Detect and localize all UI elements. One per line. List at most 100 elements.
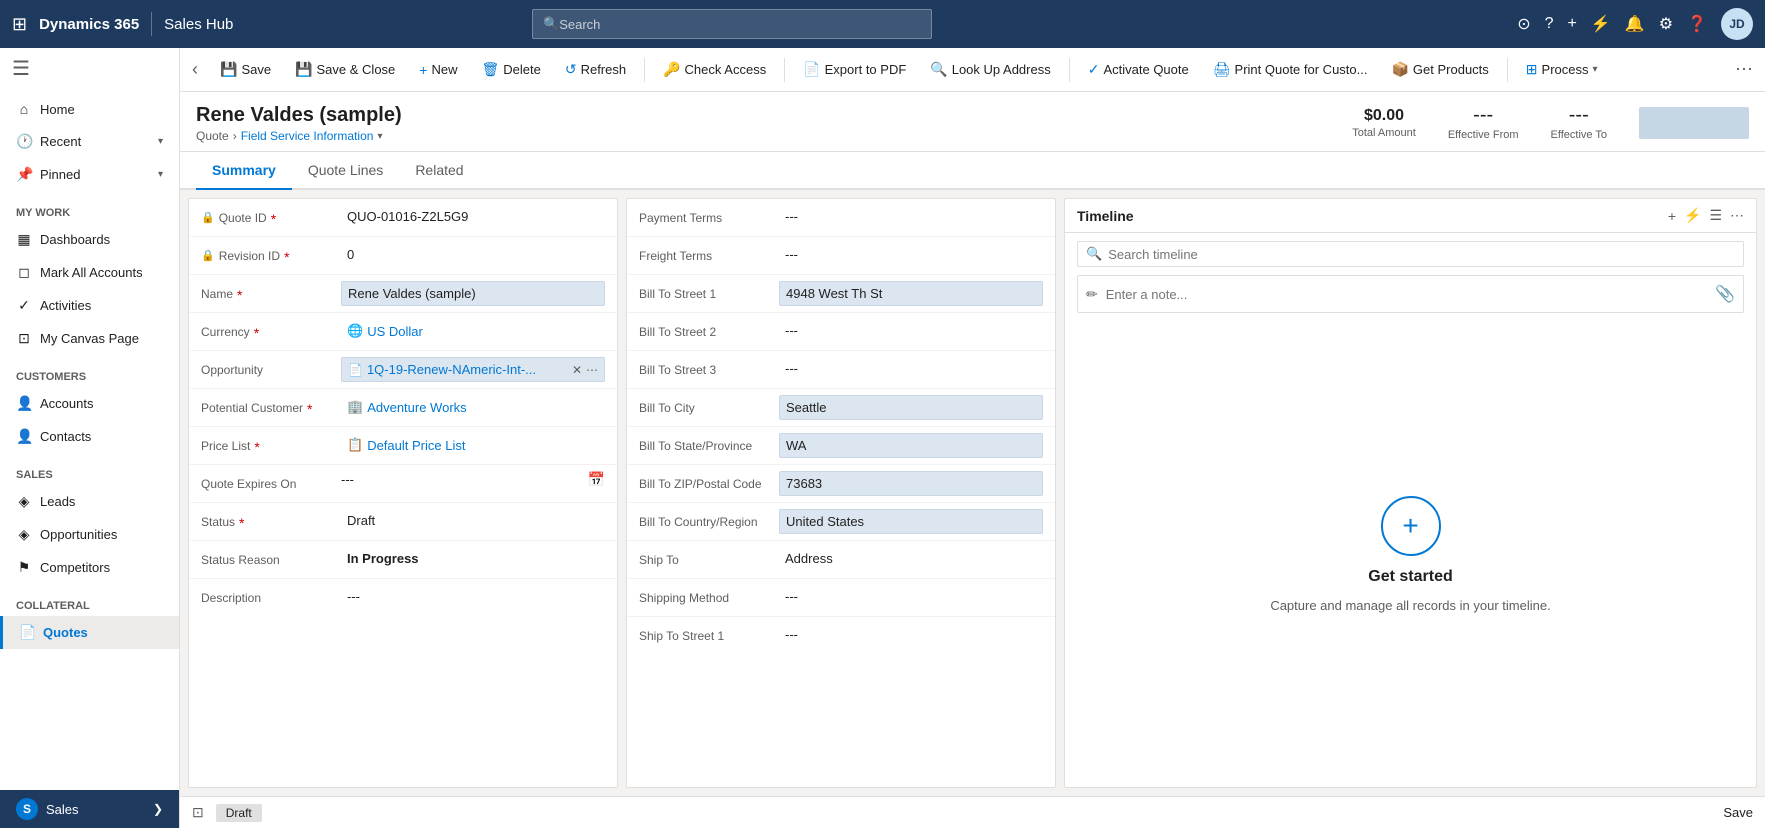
tab-quote-lines[interactable]: Quote Lines bbox=[292, 152, 400, 190]
home-icon: ⌂ bbox=[16, 101, 32, 117]
toolbar: ‹ 💾 Save 💾 Save & Close + New 🗑 Delete ↺… bbox=[180, 48, 1765, 92]
field-value-description[interactable]: --- bbox=[341, 585, 605, 608]
timeline-more-icon[interactable]: ⋯ bbox=[1730, 207, 1744, 224]
filter-icon[interactable]: ⚡ bbox=[1591, 14, 1611, 34]
todo-icon[interactable]: ⊙ bbox=[1517, 14, 1530, 34]
field-row-price-list: Price List * 📋 Default Price List bbox=[189, 427, 617, 465]
sidebar-item-contacts[interactable]: 👤 Contacts bbox=[0, 420, 179, 453]
calendar-icon[interactable]: 📅 bbox=[588, 471, 605, 488]
effective-to-label: Effective To bbox=[1551, 129, 1607, 141]
opportunity-field[interactable]: 📄 1Q-19-Renew-NAmeric-Int-... ✕ ⋯ bbox=[341, 357, 605, 382]
add-icon[interactable]: + bbox=[1568, 15, 1577, 33]
sidebar-item-dashboards[interactable]: ▦ Dashboards bbox=[0, 223, 179, 256]
new-button[interactable]: + New bbox=[409, 56, 467, 84]
timeline-empty-subtitle: Capture and manage all records in your t… bbox=[1270, 598, 1550, 613]
timeline-add-icon[interactable]: + bbox=[1668, 208, 1676, 224]
opportunities-icon: ◈ bbox=[16, 526, 32, 543]
toolbar-more-button[interactable]: ⋯ bbox=[1735, 59, 1753, 80]
pencil-icon: ✏ bbox=[1086, 286, 1098, 303]
sidebar-item-pinned[interactable]: 📌 Pinned ▾ bbox=[0, 158, 179, 191]
timeline-add-circle[interactable]: + bbox=[1381, 496, 1441, 556]
total-amount-stat: $0.00 Total Amount bbox=[1352, 107, 1416, 139]
breadcrumb-field-service[interactable]: Field Service Information bbox=[241, 129, 374, 143]
field-row-bill-to-street-1: Bill To Street 1 4948 West Th St bbox=[627, 275, 1055, 313]
field-value-bill-to-zip[interactable]: 73683 bbox=[779, 471, 1043, 496]
new-label: New bbox=[431, 62, 457, 77]
sidebar-item-competitors[interactable]: ⚑ Competitors bbox=[0, 551, 179, 584]
notifications-icon[interactable]: 🔔 bbox=[1625, 14, 1645, 34]
sales-avatar: S bbox=[16, 798, 38, 820]
field-value-bill-to-country[interactable]: United States bbox=[779, 509, 1043, 534]
expand-icon[interactable]: ⊡ bbox=[192, 804, 204, 821]
save-close-icon: 💾 bbox=[295, 61, 312, 78]
activate-quote-button[interactable]: ✓ Activate Quote bbox=[1078, 55, 1199, 84]
sidebar-item-mark-all-accounts[interactable]: ◻ Mark All Accounts bbox=[0, 256, 179, 289]
get-products-button[interactable]: 📦 Get Products bbox=[1381, 55, 1498, 84]
chevron-right-icon: ❯ bbox=[153, 802, 163, 816]
help-icon[interactable]: ? bbox=[1545, 15, 1554, 33]
field-value-bill-to-street-1[interactable]: 4948 West Th St bbox=[779, 281, 1043, 306]
sidebar-item-opportunities[interactable]: ◈ Opportunities bbox=[0, 518, 179, 551]
sidebar-item-home[interactable]: ⌂ Home bbox=[0, 93, 179, 125]
opportunity-doc-icon: 📄 bbox=[348, 363, 363, 377]
sidebar-bottom-sales[interactable]: S Sales ❯ bbox=[0, 790, 179, 828]
statusbar-save-button[interactable]: Save bbox=[1723, 805, 1753, 820]
timeline-section: Timeline + ⚡ ☰ ⋯ 🔍 ✏ 📎 + Get bbox=[1064, 198, 1757, 788]
question-icon[interactable]: ❓ bbox=[1687, 14, 1707, 34]
competitors-icon: ⚑ bbox=[16, 559, 32, 576]
sidebar-item-activities[interactable]: ✓ Activities bbox=[0, 289, 179, 322]
attachment-icon[interactable]: 📎 bbox=[1715, 284, 1735, 304]
timeline-list-icon[interactable]: ☰ bbox=[1709, 207, 1722, 224]
field-row-ship-to: Ship To Address bbox=[627, 541, 1055, 579]
field-value-potential-customer[interactable]: 🏢 Adventure Works bbox=[341, 395, 605, 419]
timeline-search-input[interactable] bbox=[1108, 247, 1735, 262]
field-value-name[interactable]: Rene Valdes (sample) bbox=[341, 281, 605, 306]
sidebar-item-label: Recent bbox=[40, 134, 81, 149]
sidebar-item-quotes[interactable]: 📄 Quotes bbox=[0, 616, 179, 649]
field-value-currency[interactable]: 🌐 US Dollar bbox=[341, 319, 605, 343]
field-value-bill-to-state[interactable]: WA bbox=[779, 433, 1043, 458]
save-close-label: Save & Close bbox=[317, 62, 396, 77]
sidebar-item-leads[interactable]: ◈ Leads bbox=[0, 485, 179, 518]
back-button[interactable]: ‹ bbox=[192, 59, 198, 80]
field-row-status: Status * Draft bbox=[189, 503, 617, 541]
settings-icon[interactable]: ⚙ bbox=[1659, 14, 1673, 34]
timeline-note-input[interactable] bbox=[1106, 287, 1707, 302]
timeline-empty-title: Get started bbox=[1368, 568, 1452, 586]
sidebar-item-accounts[interactable]: 👤 Accounts bbox=[0, 387, 179, 420]
timeline-filter-icon[interactable]: ⚡ bbox=[1684, 207, 1701, 224]
recent-icon: 🕐 bbox=[16, 133, 32, 150]
breadcrumb-quote: Quote bbox=[196, 129, 229, 143]
save-close-button[interactable]: 💾 Save & Close bbox=[285, 55, 405, 84]
export-pdf-icon: 📄 bbox=[803, 61, 820, 78]
save-button[interactable]: 💾 Save bbox=[210, 55, 281, 84]
refresh-button[interactable]: ↺ Refresh bbox=[555, 55, 636, 84]
user-avatar[interactable]: JD bbox=[1721, 8, 1753, 40]
export-pdf-button[interactable]: 📄 Export to PDF bbox=[793, 55, 916, 84]
waffle-menu[interactable]: ⊞ bbox=[12, 14, 27, 35]
delete-button[interactable]: 🗑 Delete bbox=[471, 55, 550, 84]
sidebar-item-label: Contacts bbox=[40, 429, 91, 444]
field-value-price-list[interactable]: 📋 Default Price List bbox=[341, 433, 605, 457]
search-input[interactable] bbox=[559, 17, 921, 32]
lookup-address-icon: 🔍 bbox=[930, 61, 947, 78]
timeline-title: Timeline bbox=[1077, 208, 1660, 224]
sidebar-section-mywork: My Work ▦ Dashboards ◻ Mark All Accounts… bbox=[0, 195, 179, 359]
required-indicator: * bbox=[254, 439, 259, 455]
opportunity-clear-icon[interactable]: ✕ bbox=[572, 363, 582, 377]
field-value-bill-to-city[interactable]: Seattle bbox=[779, 395, 1043, 420]
opportunity-more-icon[interactable]: ⋯ bbox=[586, 363, 598, 377]
top-nav-icons: ⊙ ? + ⚡ 🔔 ⚙ ❓ JD bbox=[1517, 8, 1753, 40]
tab-related[interactable]: Related bbox=[399, 152, 479, 190]
tab-summary[interactable]: Summary bbox=[196, 152, 292, 190]
chevron-down-icon: ▾ bbox=[158, 136, 163, 147]
opportunity-text[interactable]: 1Q-19-Renew-NAmeric-Int-... bbox=[367, 362, 568, 377]
check-access-button[interactable]: 🔑 Check Access bbox=[653, 55, 776, 84]
sidebar-item-recent[interactable]: 🕐 Recent ▾ bbox=[0, 125, 179, 158]
collapse-sidebar-btn[interactable]: ☰ bbox=[0, 48, 179, 89]
required-indicator: * bbox=[307, 401, 312, 417]
print-quote-button[interactable]: 🖨 Print Quote for Custo... bbox=[1203, 55, 1378, 84]
sidebar-item-my-canvas-page[interactable]: ⊡ My Canvas Page bbox=[0, 322, 179, 355]
process-button[interactable]: ⊞ Process ▾ bbox=[1516, 55, 1608, 84]
lookup-address-button[interactable]: 🔍 Look Up Address bbox=[920, 55, 1060, 84]
